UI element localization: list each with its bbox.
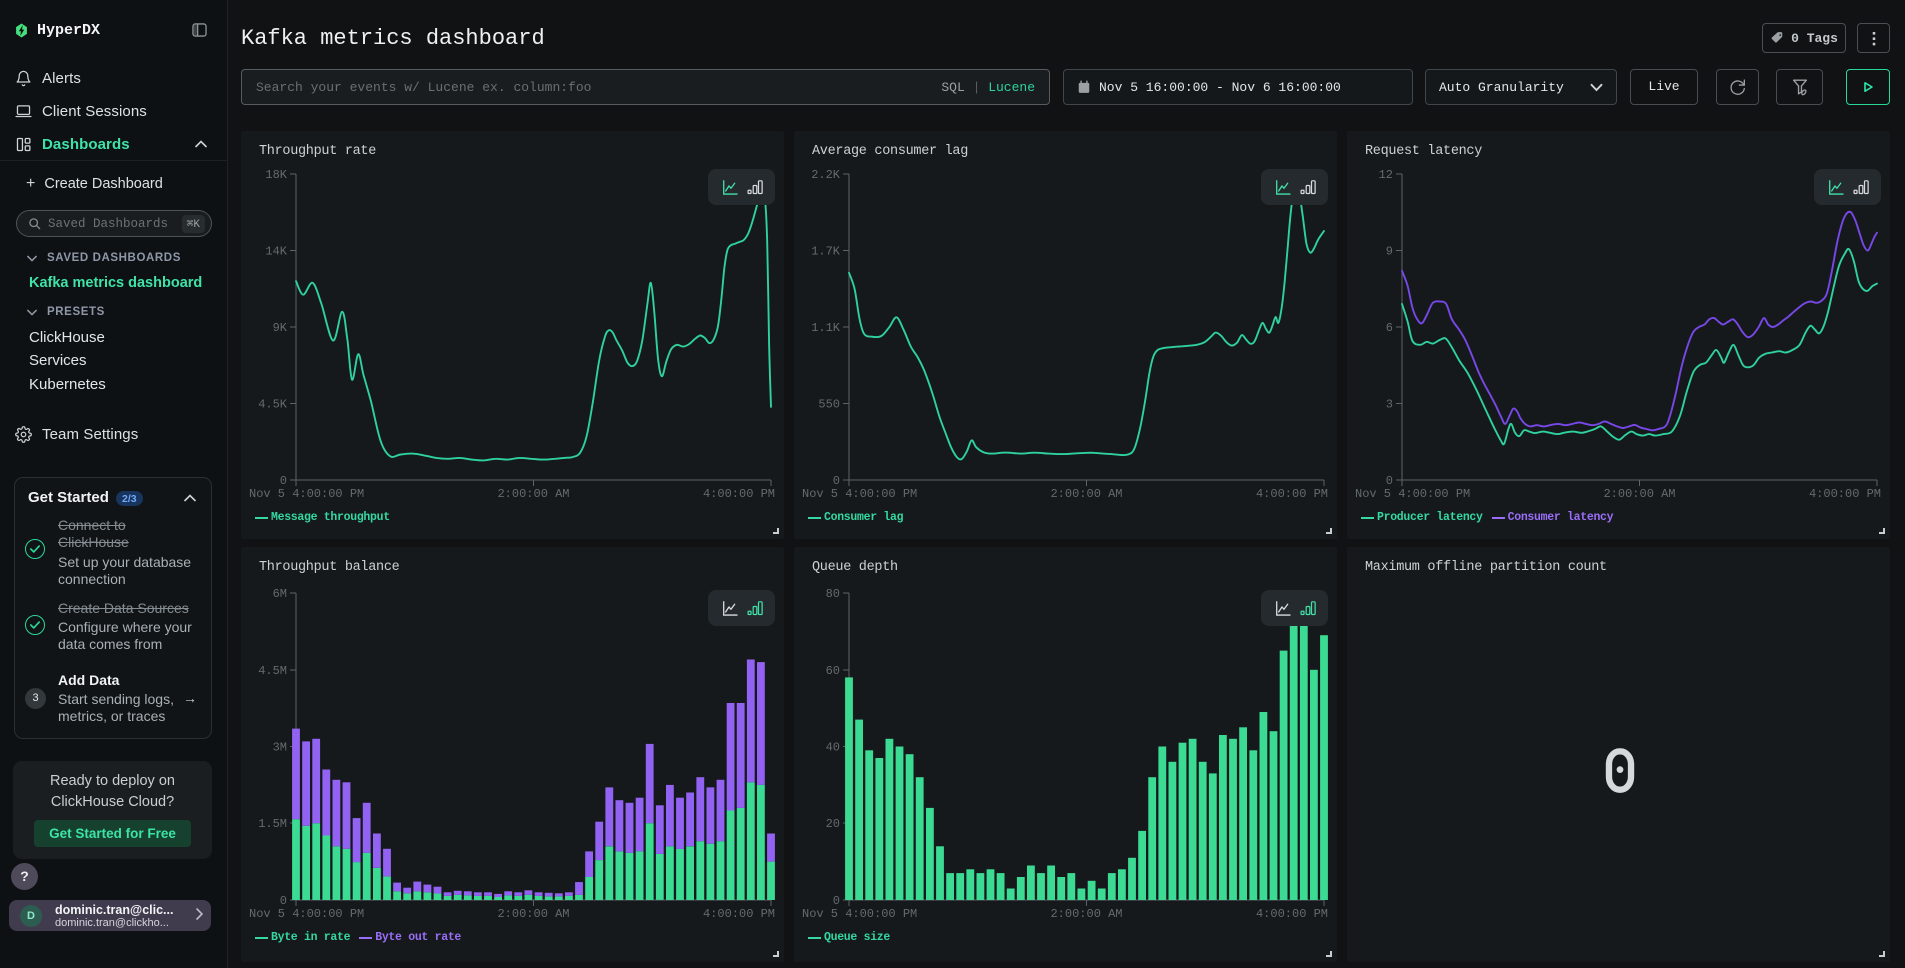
- svg-text:0: 0: [833, 474, 840, 488]
- svg-text:40: 40: [826, 741, 840, 755]
- svg-text:6: 6: [1386, 321, 1393, 335]
- svg-text:4.5M: 4.5M: [258, 664, 287, 678]
- svg-text:9: 9: [1386, 245, 1393, 259]
- svg-text:2:00:00 AM: 2:00:00 AM: [1050, 907, 1122, 921]
- svg-text:4:00:00 PM: 4:00:00 PM: [1256, 907, 1328, 921]
- svg-text:80: 80: [826, 587, 840, 601]
- svg-text:2:00:00 AM: 2:00:00 AM: [1050, 487, 1122, 501]
- svg-text:4:00:00 PM: 4:00:00 PM: [1809, 487, 1881, 501]
- svg-text:Nov 5 4:00:00 PM: Nov 5 4:00:00 PM: [249, 487, 364, 501]
- svg-text:4:00:00 PM: 4:00:00 PM: [703, 907, 775, 921]
- svg-text:9K: 9K: [273, 321, 288, 335]
- svg-text:Nov 5 4:00:00 PM: Nov 5 4:00:00 PM: [249, 907, 364, 921]
- svg-text:4.5K: 4.5K: [258, 398, 288, 412]
- svg-text:1.7K: 1.7K: [811, 245, 841, 259]
- svg-text:18K: 18K: [265, 168, 287, 182]
- svg-text:2.2K: 2.2K: [811, 168, 841, 182]
- svg-text:60: 60: [826, 664, 840, 678]
- svg-text:12: 12: [1379, 168, 1393, 182]
- svg-text:1.1K: 1.1K: [811, 321, 841, 335]
- svg-text:6M: 6M: [273, 587, 287, 601]
- svg-text:0: 0: [280, 474, 287, 488]
- svg-text:550: 550: [818, 398, 840, 412]
- svg-text:3: 3: [1386, 398, 1393, 412]
- svg-text:2:00:00 AM: 2:00:00 AM: [497, 487, 569, 501]
- svg-text:4:00:00 PM: 4:00:00 PM: [1256, 487, 1328, 501]
- svg-text:Nov 5 4:00:00 PM: Nov 5 4:00:00 PM: [802, 487, 917, 501]
- svg-text:2:00:00 AM: 2:00:00 AM: [1603, 487, 1675, 501]
- svg-text:2:00:00 AM: 2:00:00 AM: [497, 907, 569, 921]
- svg-text:0: 0: [280, 894, 287, 908]
- svg-text:Nov 5 4:00:00 PM: Nov 5 4:00:00 PM: [1355, 487, 1470, 501]
- svg-text:20: 20: [826, 817, 840, 831]
- svg-text:0: 0: [833, 894, 840, 908]
- svg-text:4:00:00 PM: 4:00:00 PM: [703, 487, 775, 501]
- svg-text:3M: 3M: [273, 741, 287, 755]
- svg-text:14K: 14K: [265, 245, 287, 259]
- svg-text:0: 0: [1386, 474, 1393, 488]
- svg-text:1.5M: 1.5M: [258, 817, 287, 831]
- svg-text:Nov 5 4:00:00 PM: Nov 5 4:00:00 PM: [802, 907, 917, 921]
